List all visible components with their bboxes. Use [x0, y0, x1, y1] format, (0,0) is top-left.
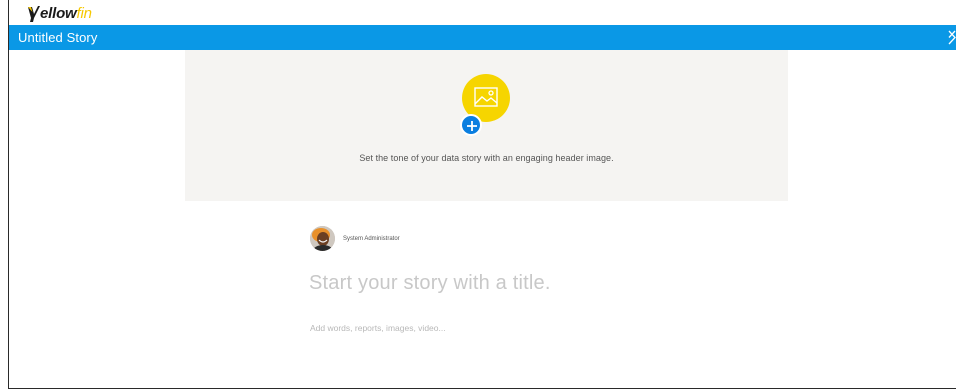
story-title-input[interactable]: Start your story with a title.	[309, 272, 551, 295]
author-info: System Administrator	[310, 226, 400, 251]
logo-text-secondary: fin	[76, 5, 92, 22]
yellowfin-logo: ellow fin	[28, 2, 92, 22]
yellowfin-logo-mark	[28, 6, 40, 22]
image-icon	[474, 87, 498, 107]
window-title: Untitled Story	[18, 30, 98, 45]
story-body-input[interactable]: Add words, reports, images, video...	[310, 323, 446, 333]
logo-bar: ellow fin	[9, 0, 956, 25]
header-image-placeholder[interactable]: Set the tone of your data story with an …	[185, 50, 788, 201]
author-name: System Administrator	[343, 235, 400, 242]
story-title-bar: Untitled Story	[9, 25, 956, 50]
close-icon[interactable]	[947, 30, 956, 45]
avatar	[310, 226, 335, 251]
story-editor-frame: ellow fin Untitled Story Set the tone of	[8, 0, 956, 389]
logo-text-primary: ellow	[40, 5, 77, 22]
header-image-hint: Set the tone of your data story with an …	[359, 153, 614, 163]
plus-icon[interactable]	[460, 114, 482, 136]
